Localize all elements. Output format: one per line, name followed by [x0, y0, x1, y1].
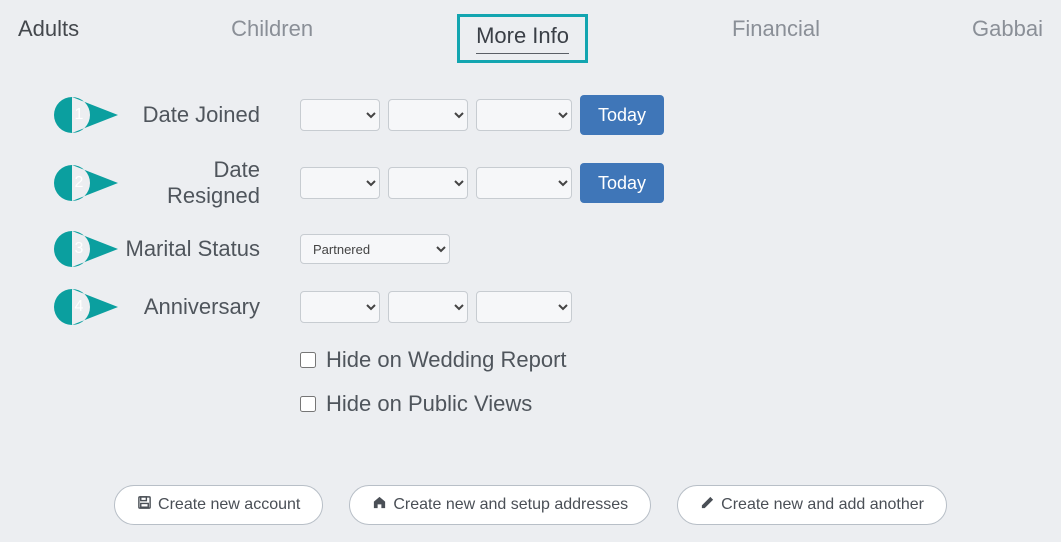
callout-number: 2 — [64, 165, 94, 201]
callout-4: 4 — [54, 289, 118, 325]
callout-2: 2 — [54, 165, 118, 201]
today-button-resigned[interactable]: Today — [580, 163, 664, 203]
row-anniversary: 4 Anniversary — [0, 289, 1061, 325]
save-icon — [137, 495, 152, 515]
create-addresses-label: Create new and setup addresses — [393, 496, 628, 514]
callout-1: 1 — [54, 97, 118, 133]
footer-actions: Create new account Create new and setup … — [0, 485, 1061, 525]
anniversary-day[interactable] — [388, 291, 468, 323]
callout-number: 4 — [64, 289, 94, 325]
row-date-joined: 1 Date Joined Today — [0, 95, 1061, 135]
tab-children[interactable]: Children — [223, 14, 321, 63]
form-area: 1 Date Joined Today 2 Date Resigned Toda… — [0, 85, 1061, 417]
date-resigned-day[interactable] — [388, 167, 468, 199]
date-resigned-year[interactable] — [476, 167, 572, 199]
date-joined-month[interactable] — [300, 99, 380, 131]
tab-more-info[interactable]: More Info — [457, 14, 588, 63]
create-another-button[interactable]: Create new and add another — [677, 485, 947, 525]
hide-wedding-checkbox[interactable] — [300, 352, 316, 368]
marital-status-select[interactable]: Partnered — [300, 234, 450, 264]
create-account-label: Create new account — [158, 496, 300, 514]
callout-number: 1 — [64, 97, 94, 133]
row-hide-wedding: Hide on Wedding Report — [300, 347, 1061, 373]
callout-number: 3 — [64, 231, 94, 267]
callout-3: 3 — [54, 231, 118, 267]
create-account-button[interactable]: Create new account — [114, 485, 323, 525]
label-marital-status: Marital Status — [118, 236, 270, 262]
label-date-joined: Date Joined — [118, 102, 270, 128]
edit-icon — [700, 495, 715, 515]
tab-financial[interactable]: Financial — [724, 14, 828, 63]
tab-adults[interactable]: Adults — [10, 14, 87, 63]
date-resigned-month[interactable] — [300, 167, 380, 199]
tab-bar: Adults Children More Info Financial Gabb… — [0, 0, 1061, 85]
row-marital-status: 3 Marital Status Partnered — [0, 231, 1061, 267]
hide-wedding-label[interactable]: Hide on Wedding Report — [326, 347, 567, 373]
create-another-label: Create new and add another — [721, 496, 924, 514]
home-icon — [372, 495, 387, 515]
date-joined-day[interactable] — [388, 99, 468, 131]
anniversary-month[interactable] — [300, 291, 380, 323]
label-anniversary: Anniversary — [118, 294, 270, 320]
row-date-resigned: 2 Date Resigned Today — [0, 157, 1061, 209]
hide-public-checkbox[interactable] — [300, 396, 316, 412]
create-addresses-button[interactable]: Create new and setup addresses — [349, 485, 651, 525]
anniversary-year[interactable] — [476, 291, 572, 323]
hide-public-label[interactable]: Hide on Public Views — [326, 391, 532, 417]
row-hide-public: Hide on Public Views — [300, 391, 1061, 417]
today-button-joined[interactable]: Today — [580, 95, 664, 135]
tab-gabbai[interactable]: Gabbai — [964, 14, 1051, 63]
label-date-resigned: Date Resigned — [118, 157, 270, 209]
date-joined-year[interactable] — [476, 99, 572, 131]
